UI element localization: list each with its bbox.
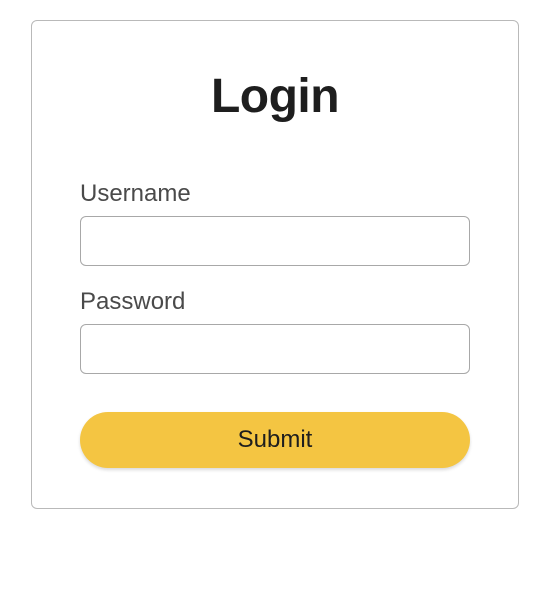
submit-button[interactable]: Submit <box>80 412 470 468</box>
username-label: Username <box>80 180 470 208</box>
login-card: Login Username Password Submit <box>31 20 519 509</box>
username-input[interactable] <box>80 216 470 266</box>
username-group: Username <box>80 180 470 266</box>
password-label: Password <box>80 288 470 316</box>
login-title: Login <box>80 69 470 124</box>
password-group: Password <box>80 288 470 374</box>
password-input[interactable] <box>80 324 470 374</box>
